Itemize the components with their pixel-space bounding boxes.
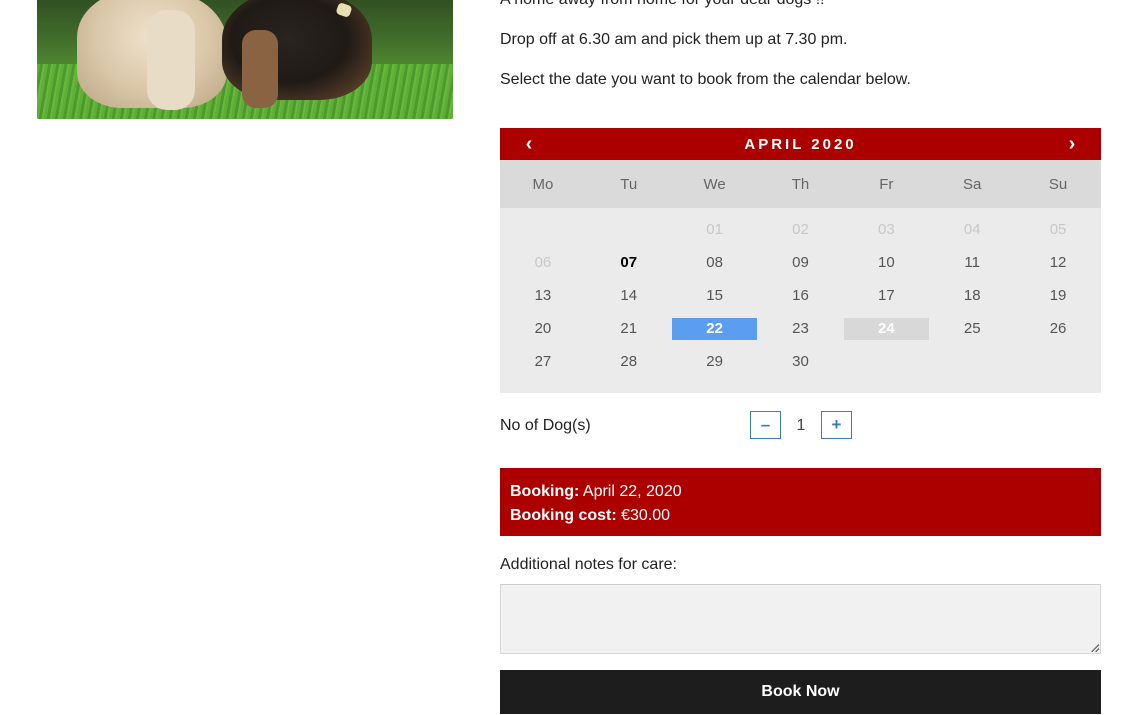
calendar-day-19[interactable]: 19 [1015,279,1101,312]
calendar-day-number: 17 [878,287,895,304]
calendar-day-number: 14 [620,287,638,304]
calendar-day-17[interactable]: 17 [843,279,929,312]
calendar-blank-cell [586,213,672,246]
calendar-day-number: 29 [706,353,723,370]
photo-dog-light-leg [147,10,195,110]
calendar-day-15[interactable]: 15 [672,279,758,312]
calendar-day-number: 20 [534,320,552,337]
prev-month-icon[interactable]: ‹ [522,134,536,154]
calendar-day-number: 05 [1049,221,1067,238]
calendar-day-number: 04 [963,221,981,238]
notes-label: Additional notes for care: [500,556,677,573]
quantity-increase-button[interactable]: + [821,411,852,439]
booking-calendar: ‹ APRIL 2020 › Mo Tu We Th Fr Sa Su 01 02 03 04 05… [500,128,1101,393]
booking-cost-label: Booking cost: [510,507,617,524]
calendar-day-number: 09 [792,254,809,271]
calendar-day-14[interactable]: 14 [586,279,672,312]
calendar-day-21[interactable]: 21 [586,312,672,345]
calendar-day-25[interactable]: 25 [929,312,1015,345]
calendar-day-18[interactable]: 18 [929,279,1015,312]
calendar-day-number: 23 [792,320,809,337]
calendar-day-number: 11 [964,254,980,271]
calendar-day-number: 06 [534,254,552,271]
intro-tagline: A home away from home for your dear dogs… [500,0,825,9]
intro-hours: Drop off at 6.30 am and pick them up at … [500,31,848,48]
calendar-day-number: 03 [878,221,895,238]
booking-date-line: Booking: April 22, 2020 [510,480,1091,504]
calendar-day-06: 06 [500,246,586,279]
calendar-day-11[interactable]: 11 [929,246,1015,279]
calendar-day-16[interactable]: 16 [758,279,844,312]
calendar-day-03: 03 [843,213,929,246]
calendar-day-13[interactable]: 13 [500,279,586,312]
calendar-day-04: 04 [929,213,1015,246]
calendar-day-09[interactable]: 09 [758,246,844,279]
calendar-day-29[interactable]: 29 [672,345,758,378]
intro-instruction: Select the date you want to book from th… [500,71,911,88]
calendar-blank-cell [500,213,586,246]
calendar-weekday-row: Mo Tu We Th Fr Sa Su [500,160,1101,208]
care-notes-textarea[interactable] [500,584,1101,654]
weekday-label: Su [1048,175,1068,193]
weekday-label: Fr [879,175,894,193]
weekday-label: We [703,175,726,193]
quantity-decrease-button[interactable]: – [750,411,781,439]
calendar-day-number: 18 [963,287,981,304]
calendar-day-28[interactable]: 28 [586,345,672,378]
calendar-day-number: 19 [1049,287,1067,304]
calendar-day-number: 10 [878,254,895,271]
calendar-day-number: 24 [843,317,929,340]
weekday-label: Tu [620,175,638,193]
booking-cost-value: €30.00 [621,507,671,524]
next-month-icon[interactable]: › [1065,134,1079,154]
booking-summary: Booking: April 22, 2020 Booking cost: €3… [500,468,1101,536]
calendar-day-number: 25 [963,320,981,337]
calendar-day-07[interactable]: 07 [586,246,672,279]
dogs-quantity-label: No of Dog(s) [500,417,591,434]
weekday-label: Th [791,175,810,193]
calendar-day-number: 22 [672,317,758,340]
calendar-day-01: 01 [672,213,758,246]
calendar-day-05: 05 [1015,213,1101,246]
quantity-value[interactable]: 1 [790,417,812,435]
calendar-day-27[interactable]: 27 [500,345,586,378]
calendar-day-number: 21 [620,320,638,337]
calendar-day-10[interactable]: 10 [843,246,929,279]
calendar-day-22[interactable]: 22 [672,312,758,345]
calendar-day-number: 08 [706,254,723,271]
weekday-label: Mo [532,175,554,193]
photo-dog-dark-leg [242,30,278,108]
dogs-photo [37,0,453,119]
calendar-day-23[interactable]: 23 [758,312,844,345]
booking-cost-line: Booking cost: €30.00 [510,504,1091,528]
calendar-day-number: 07 [620,254,638,271]
weekday-label: Sa [963,175,982,193]
calendar-day-number: 26 [1049,320,1067,337]
book-now-button[interactable]: Book Now [500,670,1101,714]
calendar-day-number: 16 [792,287,809,304]
calendar-day-number: 13 [534,287,552,304]
calendar-day-12[interactable]: 12 [1015,246,1101,279]
calendar-day-number: 30 [792,353,809,370]
booking-date-value: April 22, 2020 [582,483,682,500]
calendar-day-number: 27 [534,353,552,370]
calendar-day-08[interactable]: 08 [672,246,758,279]
calendar-day-number: 15 [706,287,723,304]
resize-grip-icon[interactable] [1091,644,1099,652]
calendar-day-20[interactable]: 20 [500,312,586,345]
calendar-days-grid: 01 02 03 04 05 06 07 08 09 10 11 12 13 14 15 16 17 18 19 20… [500,208,1101,378]
calendar-day-02: 02 [758,213,844,246]
calendar-day-26[interactable]: 26 [1015,312,1101,345]
calendar-day-number: 01 [706,221,723,238]
calendar-day-number: 12 [1049,254,1067,271]
calendar-day-30[interactable]: 30 [758,345,844,378]
calendar-day-number: 02 [792,221,809,238]
calendar-day-number: 28 [620,353,638,370]
calendar-header: ‹ APRIL 2020 › [500,128,1101,160]
booking-date-label: Booking: [510,483,580,500]
calendar-month-title: APRIL 2020 [744,135,857,153]
calendar-day-24: 24 [843,312,929,345]
